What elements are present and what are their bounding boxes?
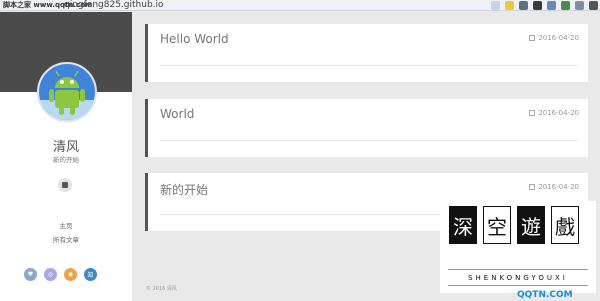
extension-icon[interactable] <box>533 1 542 10</box>
watermark-badge: QQTN.COM <box>517 290 573 300</box>
weibo-icon[interactable]: ♥ <box>24 268 37 281</box>
calendar-icon <box>529 35 536 41</box>
post-date: 2016-04-20 <box>529 34 579 42</box>
toolbar-icons <box>491 1 598 10</box>
divider <box>448 269 588 270</box>
divider <box>160 140 578 141</box>
watermark-text: SHENKONGYOUXI <box>468 274 568 282</box>
android-icon <box>39 64 95 120</box>
zhihu-icon[interactable]: 知 <box>84 268 97 281</box>
shield-icon[interactable] <box>519 1 528 10</box>
post-date-text: 2016-04-20 <box>538 183 579 191</box>
post-date-text: 2016-04-20 <box>538 34 579 42</box>
extension-icon[interactable] <box>547 1 556 10</box>
github-icon[interactable] <box>58 178 72 192</box>
extension-icon[interactable] <box>561 1 570 10</box>
footer-copyright: © 2016 清风 <box>146 286 177 292</box>
address-bar[interactable]: qingfeng825.github.io <box>64 0 164 11</box>
social-links: ♥ ◎ ◉ 知 <box>24 268 97 281</box>
watermark-glyph: 空 <box>483 206 511 244</box>
sidebar: 清风 新的开始 主页 所有文章 ♥ ◎ ◉ 知 <box>0 12 132 301</box>
star-icon[interactable] <box>505 1 514 10</box>
watermark-glyph: 戲 <box>551 206 579 244</box>
site-subtitle: 新的开始 <box>53 156 79 164</box>
nav-all-posts[interactable]: 所有文章 <box>0 234 132 244</box>
calendar-icon <box>529 110 536 116</box>
avatar[interactable] <box>37 62 97 122</box>
nav-home[interactable]: 主页 <box>0 220 132 230</box>
post-title[interactable]: Hello World <box>160 32 229 46</box>
watermark: 深 空 遊 戲 SHENKONGYOUXI <box>440 201 596 293</box>
post-date-text: 2016-04-20 <box>538 109 579 117</box>
watermark-glyphs: 深 空 遊 戲 <box>449 206 579 244</box>
menu-icon[interactable] <box>589 1 598 10</box>
divider <box>448 285 588 286</box>
post-card[interactable]: World 2016-04-20 <box>145 99 588 157</box>
site-name: 清风 <box>52 140 79 155</box>
post-date: 2016-04-20 <box>529 183 579 191</box>
post-card[interactable]: Hello World 2016-04-20 <box>145 24 588 82</box>
post-date: 2016-04-20 <box>529 109 579 117</box>
tab-icon[interactable] <box>491 1 500 10</box>
watermark-glyph: 深 <box>449 206 477 244</box>
mail-icon[interactable] <box>575 1 584 10</box>
rss-icon[interactable]: ◉ <box>64 268 77 281</box>
douban-icon[interactable]: ◎ <box>44 268 57 281</box>
post-title[interactable]: 新的开始 <box>160 181 208 198</box>
watermark-glyph: 遊 <box>517 206 545 244</box>
calendar-icon <box>529 184 536 190</box>
post-title[interactable]: World <box>160 107 194 121</box>
browser-toolbar: 脚本之家 www.qqtn.com qingfeng825.github.io <box>0 0 600 11</box>
divider <box>160 65 578 66</box>
